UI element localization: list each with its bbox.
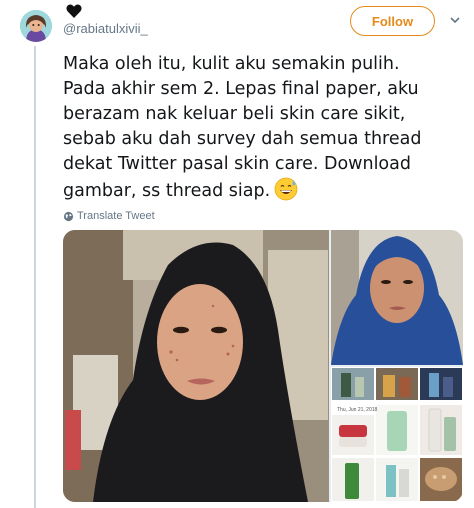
follow-button[interactable]: Follow bbox=[350, 6, 435, 36]
product-collage-image bbox=[331, 367, 463, 502]
thread-line bbox=[34, 46, 36, 508]
photo-collage[interactable]: Thu, Jun 21, 2018 bbox=[331, 367, 463, 502]
translate-tweet-link[interactable]: Translate Tweet bbox=[63, 210, 155, 222]
tweet-text: Maka oleh itu, kulit aku semakin pulih. … bbox=[63, 52, 463, 204]
grinning-sweat-emoji-icon bbox=[274, 177, 298, 201]
avatar-icon bbox=[20, 10, 52, 42]
chevron-down-icon[interactable] bbox=[449, 14, 461, 26]
user-handle[interactable]: @rabiatulxivii_ bbox=[63, 21, 148, 36]
collage-date: Thu, Jun 21, 2018 bbox=[337, 407, 378, 413]
tweet-line: Pada akhir sem 2. Lepas final paper, aku bbox=[63, 79, 419, 99]
heart-icon bbox=[66, 4, 82, 18]
tweet-line: dekat Twitter pasal skin care. Download bbox=[63, 154, 411, 174]
globe-icon bbox=[63, 211, 74, 221]
tweet-line: Maka oleh itu, kulit aku semakin pulih. bbox=[63, 54, 400, 74]
photo-main[interactable] bbox=[63, 230, 329, 502]
translate-label: Translate Tweet bbox=[77, 210, 155, 222]
media-grid: Thu, Jun 21, 2018 bbox=[63, 230, 463, 502]
tweet-line: gambar, ss thread siap. bbox=[63, 181, 271, 201]
photo-selfie[interactable] bbox=[331, 230, 463, 365]
avatar[interactable] bbox=[20, 10, 52, 42]
tweet-line-last: gambar, ss thread siap. bbox=[63, 177, 463, 204]
tweet-line: berazam nak keluar beli skin care sikit, bbox=[63, 104, 406, 124]
tweet-line: sebab aku dah survey dah semua thread bbox=[63, 129, 422, 149]
